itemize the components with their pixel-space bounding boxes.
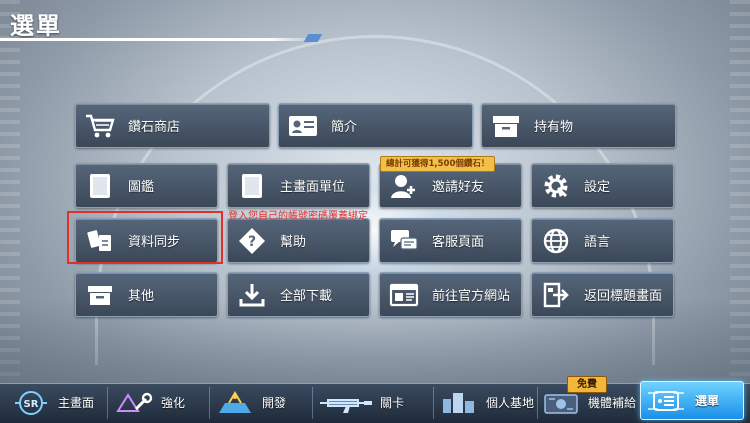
- inventory-label: 持有物: [534, 120, 574, 135]
- profile-card-icon: [285, 109, 321, 143]
- nav-separator: [107, 387, 108, 419]
- nav-personal-base-label: 個人基地: [486, 396, 535, 410]
- nav-menu-label: 選單: [695, 394, 720, 408]
- home-emblem-icon: SR: [8, 388, 54, 418]
- return-title-button[interactable]: 返回標題畫面: [531, 272, 674, 317]
- return-title-icon: [538, 278, 574, 312]
- svg-text:SR: SR: [24, 399, 39, 410]
- download-all-button[interactable]: 全部下載: [227, 272, 370, 317]
- home-unit-button[interactable]: 主畫面單位: [227, 163, 370, 208]
- nav-home[interactable]: SR 主畫面: [8, 385, 103, 420]
- shopping-cart-icon: [82, 109, 118, 143]
- settings-label: 設定: [584, 180, 611, 195]
- nav-separator: [433, 387, 434, 419]
- invite-reward-badge: 總計可獲得1,500個鑽石！: [380, 156, 496, 172]
- help-icon: ?: [234, 224, 270, 258]
- gear-icon: [538, 169, 574, 203]
- profile-button[interactable]: 簡介: [278, 103, 473, 148]
- wrench-icon: [111, 388, 157, 418]
- diamond-shop-label: 鑽石商店: [128, 120, 181, 135]
- data-sync-highlight: [67, 211, 223, 264]
- nav-stages[interactable]: 關卡: [316, 385, 431, 420]
- encyclopedia-button[interactable]: 圖鑑: [75, 163, 218, 208]
- nav-develop-label: 開發: [262, 396, 287, 410]
- nav-personal-base[interactable]: 個人基地: [436, 385, 536, 420]
- nav-enhance[interactable]: 強化: [111, 385, 206, 420]
- box-icon: [82, 278, 118, 312]
- develop-icon: [212, 388, 258, 418]
- unit-card-icon: [234, 169, 270, 203]
- nav-enhance-label: 強化: [161, 396, 186, 410]
- diamond-shop-button[interactable]: 鑽石商店: [75, 103, 270, 148]
- others-button[interactable]: 其他: [75, 272, 218, 317]
- customer-service-button[interactable]: 客服頁面: [379, 218, 522, 263]
- profile-label: 簡介: [331, 120, 358, 135]
- globe-icon: [538, 224, 574, 258]
- download-icon: [234, 278, 270, 312]
- page-title: 選單: [10, 12, 62, 40]
- chat-bubbles-icon: [386, 224, 422, 258]
- encyclopedia-label: 圖鑑: [128, 180, 155, 195]
- help-button[interactable]: ? 幫助: [227, 218, 370, 263]
- book-icon: [82, 169, 118, 203]
- settings-button[interactable]: 設定: [531, 163, 674, 208]
- official-website-button[interactable]: 前往官方網站: [379, 272, 522, 317]
- language-button[interactable]: 語言: [531, 218, 674, 263]
- rifle-icon: [316, 388, 376, 418]
- nav-separator: [209, 387, 210, 419]
- nav-separator: [312, 387, 313, 419]
- website-icon: [386, 278, 422, 312]
- title-underline: [0, 38, 318, 41]
- download-all-label: 全部下載: [280, 289, 333, 304]
- invite-friends-label: 邀請好友: [432, 180, 485, 195]
- inventory-button[interactable]: 持有物: [481, 103, 676, 148]
- nav-menu[interactable]: 選單: [640, 381, 744, 420]
- home-unit-label: 主畫面單位: [280, 180, 346, 195]
- nav-unit-supply-label: 機體補給: [588, 396, 637, 410]
- add-friend-icon: [386, 169, 422, 203]
- data-sync-annotation: 登入您自己的帳號密碼覆蓋綁定: [228, 211, 368, 222]
- customer-service-label: 客服頁面: [432, 235, 485, 250]
- official-website-label: 前往官方網站: [432, 289, 511, 304]
- language-label: 語言: [584, 235, 611, 250]
- inventory-box-icon: [488, 109, 524, 143]
- nav-home-label: 主畫面: [58, 396, 95, 410]
- return-title-label: 返回標題畫面: [584, 289, 663, 304]
- base-icon: [436, 388, 482, 418]
- help-label: 幫助: [280, 235, 307, 250]
- svg-text:?: ?: [248, 234, 256, 250]
- menu-icon: [641, 386, 691, 416]
- free-tag: 免費: [567, 376, 607, 393]
- others-label: 其他: [128, 289, 155, 304]
- nav-develop[interactable]: 開發: [212, 385, 307, 420]
- nav-stages-label: 關卡: [380, 396, 405, 410]
